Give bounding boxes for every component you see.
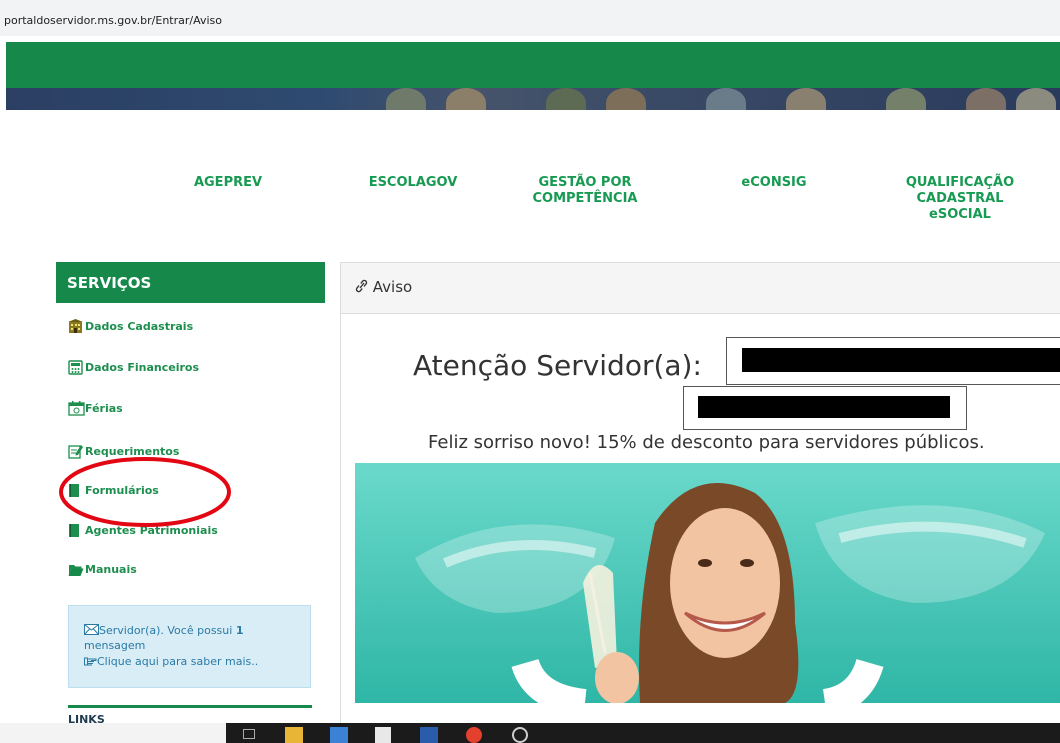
sidebar-item-ferias[interactable]: Férias [68,399,123,417]
nav-econsig[interactable]: eCONSIG [724,175,824,191]
sidebar-item-dados-financeiros[interactable]: Dados Financeiros [68,358,199,376]
sidebar-item-label: Manuais [85,562,137,576]
services-title: SERVIÇOS [67,274,152,292]
red-annotation-ellipse [59,457,231,527]
header-banner-image [6,88,1060,110]
messages-link[interactable]: Clique aqui para saber mais.. [84,655,258,668]
ad-illustration [355,463,1060,703]
browser-address-bar[interactable]: portaldoservidor.ms.gov.br/Entrar/Aviso [0,0,1060,36]
messages-alert: Servidor(a). Você possui 1 mensagem Cliq… [68,605,311,688]
nav-qualificacao-cadastral-esocial[interactable]: QUALIFICAÇÃO CADASTRAL eSOCIAL [895,175,1025,223]
taskbar-search-area[interactable] [0,723,226,743]
calendar-icon [68,400,85,416]
nav-gestao-por-competencia[interactable]: GESTÃO POR COMPETÊNCIA [520,175,650,207]
outlook-icon[interactable] [330,727,348,743]
sidebar-item-label: Férias [85,401,123,415]
promo-text: Feliz sorriso novo! 15% de desconto para… [428,432,985,453]
taskbar-dark [226,723,1060,743]
app-icon[interactable] [375,727,391,743]
attention-heading: Atenção Servidor(a): [413,349,702,382]
message-count: 1 [235,624,244,637]
pointing-hand-icon [84,657,97,666]
messages-link-text[interactable]: Clique aqui para saber mais.. [97,655,258,668]
message-text-after: mensagem [84,639,146,652]
redacted-id [698,396,950,418]
redacted-name [742,348,1060,372]
dental-ad-image [355,463,1060,703]
messages-text: Servidor(a). Você possui 1 mensagem [84,623,299,653]
message-text-before: Servidor(a). Você possui [99,624,236,637]
sidebar-item-label: Dados Financeiros [85,360,200,374]
envelope-icon [84,624,99,635]
sidebar-item-manuais[interactable]: Manuais [68,560,137,578]
notice-panel-title-text: Aviso [372,278,413,296]
building-icon [68,318,83,334]
file-explorer-icon[interactable] [285,727,303,743]
header-green-bar [6,42,1060,88]
chrome-icon[interactable] [466,727,482,743]
notice-panel-header: Aviso [341,263,1060,314]
task-view-icon[interactable] [243,729,255,739]
notice-panel-title: Aviso [355,278,412,296]
sidebar-item-label: Dados Cadastrais [85,319,194,333]
nav-ageprev[interactable]: AGEPREV [178,175,278,191]
word-icon[interactable] [420,727,438,743]
url-text[interactable]: portaldoservidor.ms.gov.br/Entrar/Aviso [4,14,222,27]
calculator-icon [68,359,83,375]
folder-open-icon [68,562,84,577]
taskbar [0,703,1060,743]
nav-escolagov[interactable]: ESCOLAGOV [358,175,468,191]
sidebar-item-dados-cadastrais[interactable]: Dados Cadastrais [68,317,193,335]
link-icon [355,279,368,293]
app-circle-icon[interactable] [512,727,528,743]
services-header: SERVIÇOS [56,262,325,303]
